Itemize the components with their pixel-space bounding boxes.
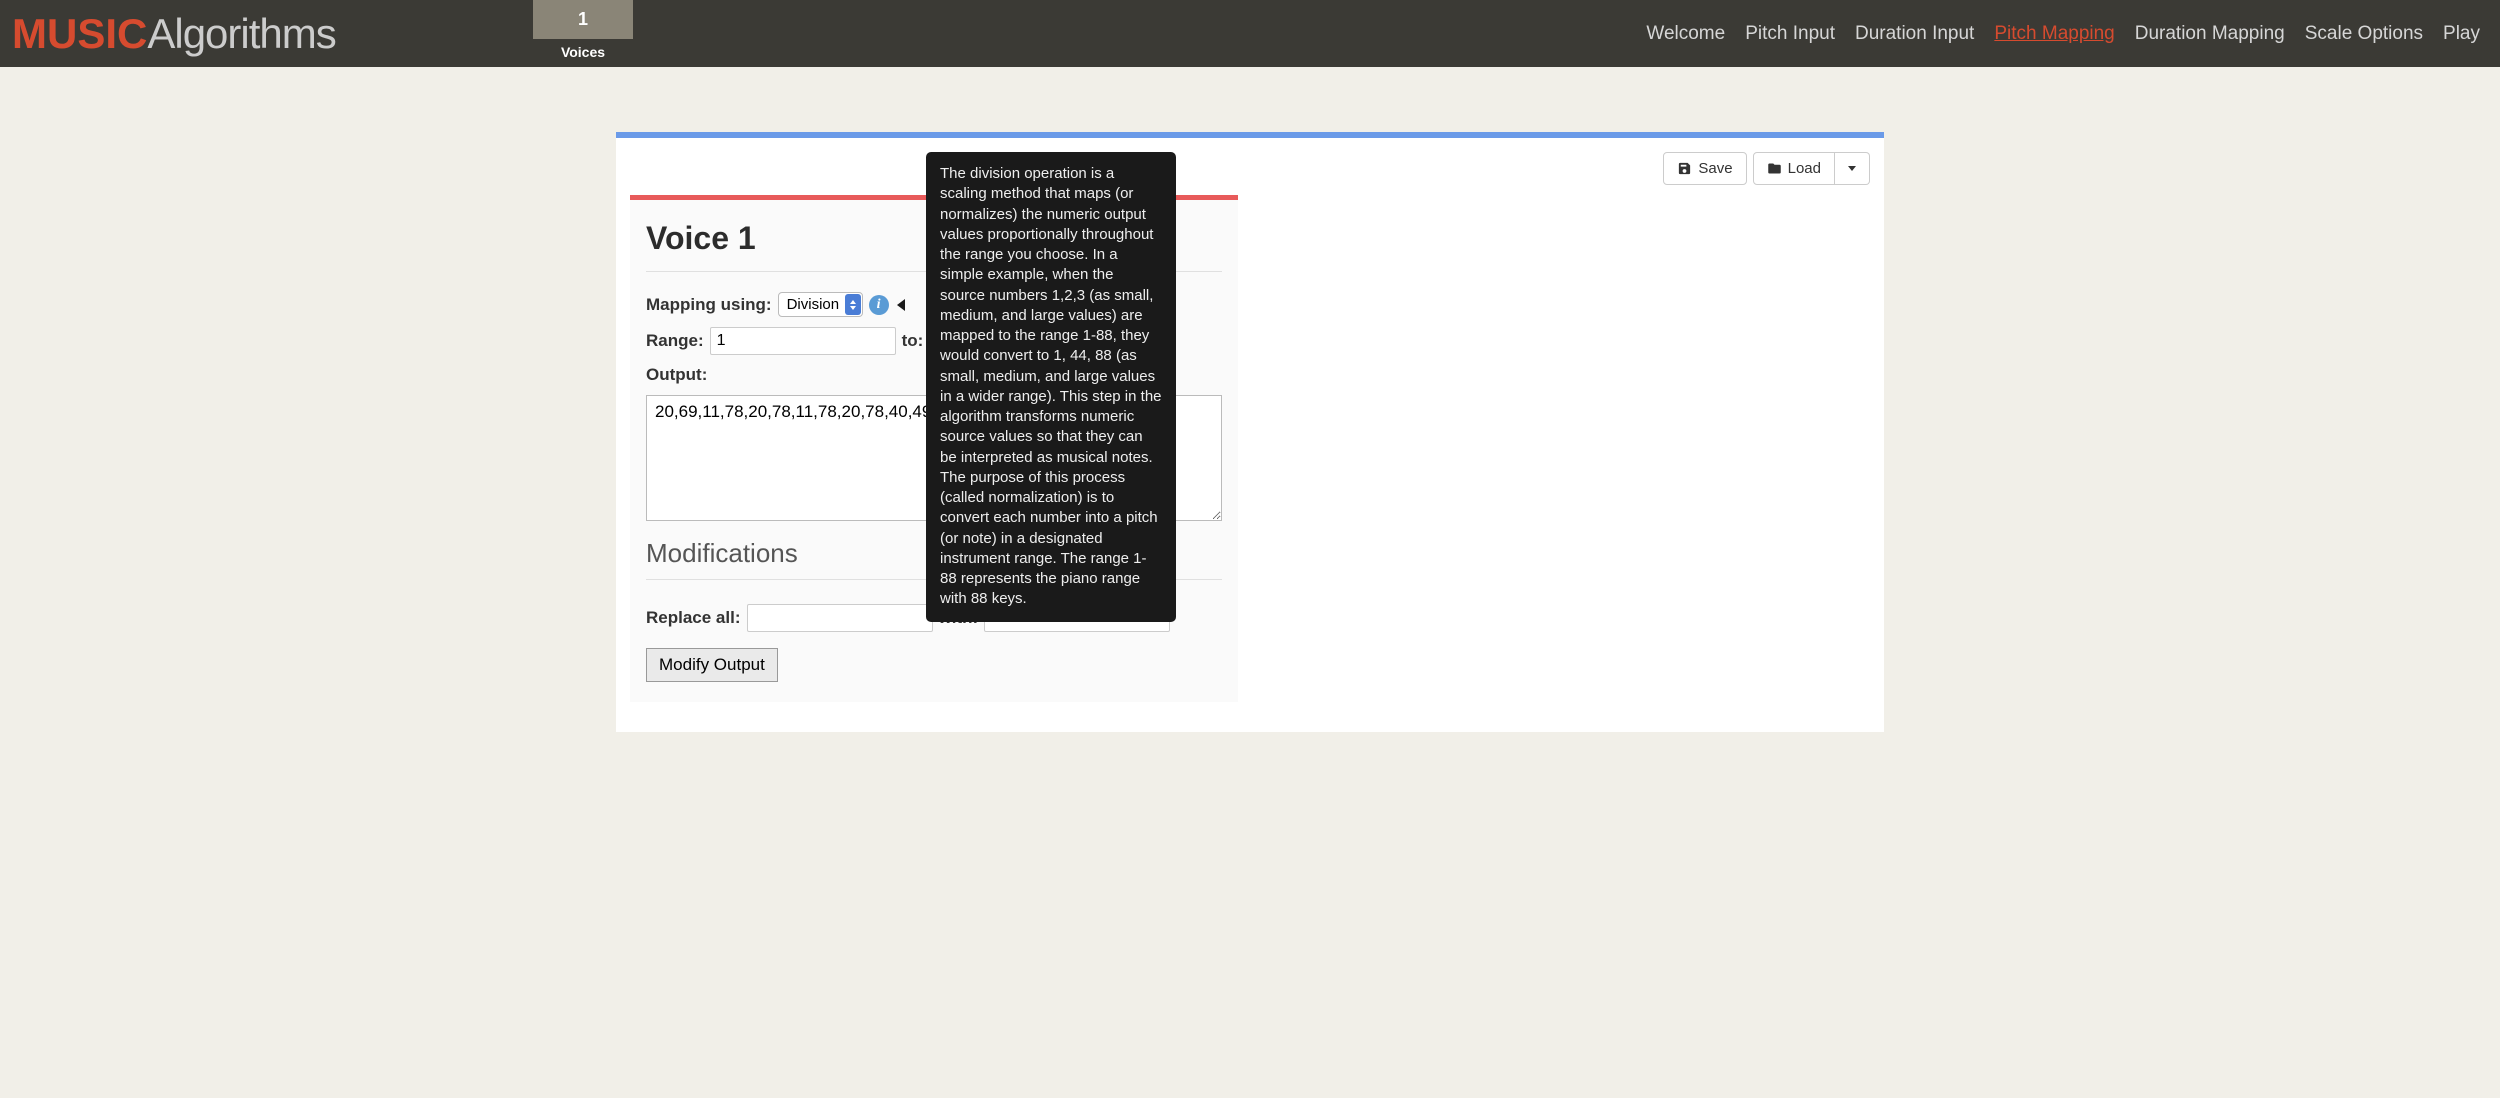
logo-bold: MUSIC xyxy=(12,10,147,57)
voices-tab[interactable]: 1 Voices xyxy=(533,0,633,67)
caret-down-icon xyxy=(1848,166,1856,171)
range-label: Range: xyxy=(646,331,704,351)
logo-light: Algorithms xyxy=(147,10,335,57)
replace-label: Replace all: xyxy=(646,608,741,628)
nav-welcome[interactable]: Welcome xyxy=(1646,23,1725,45)
range-from-input[interactable] xyxy=(710,327,896,355)
load-button-group: Load xyxy=(1753,152,1870,185)
folder-open-icon xyxy=(1767,161,1782,176)
page-container: Save Load Voice 1 Mapping using: Divisio… xyxy=(616,132,1884,732)
main-nav: Welcome Pitch Input Duration Input Pitch… xyxy=(1646,23,2500,45)
top-bar: MUSICAlgorithms 1 Voices Welcome Pitch I… xyxy=(0,0,2500,67)
load-button[interactable]: Load xyxy=(1753,152,1835,185)
load-label: Load xyxy=(1788,160,1821,177)
voice-panel: Voice 1 Mapping using: Division i Range:… xyxy=(630,195,1238,702)
voices-label: Voices xyxy=(561,39,605,60)
nav-duration-input[interactable]: Duration Input xyxy=(1855,23,1974,45)
load-dropdown-toggle[interactable] xyxy=(1835,152,1870,185)
nav-duration-mapping[interactable]: Duration Mapping xyxy=(2135,23,2285,45)
mapping-tooltip: The division operation is a scaling meth… xyxy=(926,152,1176,622)
tooltip-arrow-icon xyxy=(897,299,905,311)
modify-output-button[interactable]: Modify Output xyxy=(646,648,778,682)
replace-input[interactable] xyxy=(747,604,933,632)
info-icon[interactable]: i xyxy=(869,295,889,315)
page-toolbar: Save Load xyxy=(630,146,1870,195)
app-logo: MUSICAlgorithms xyxy=(0,10,336,58)
mapping-label: Mapping using: xyxy=(646,295,772,315)
save-icon xyxy=(1677,161,1692,176)
save-label: Save xyxy=(1698,160,1732,177)
range-to-label: to: xyxy=(902,331,924,351)
save-button[interactable]: Save xyxy=(1663,152,1746,185)
nav-scale-options[interactable]: Scale Options xyxy=(2305,23,2423,45)
tooltip-text: The division operation is a scaling meth… xyxy=(940,165,1162,607)
nav-pitch-mapping[interactable]: Pitch Mapping xyxy=(1994,23,2114,45)
voices-count: 1 xyxy=(533,0,633,39)
mapping-select-wrap: Division xyxy=(778,292,863,317)
nav-play[interactable]: Play xyxy=(2443,23,2480,45)
mapping-select[interactable]: Division xyxy=(778,292,863,317)
nav-pitch-input[interactable]: Pitch Input xyxy=(1745,23,1835,45)
output-label: Output: xyxy=(646,365,707,385)
